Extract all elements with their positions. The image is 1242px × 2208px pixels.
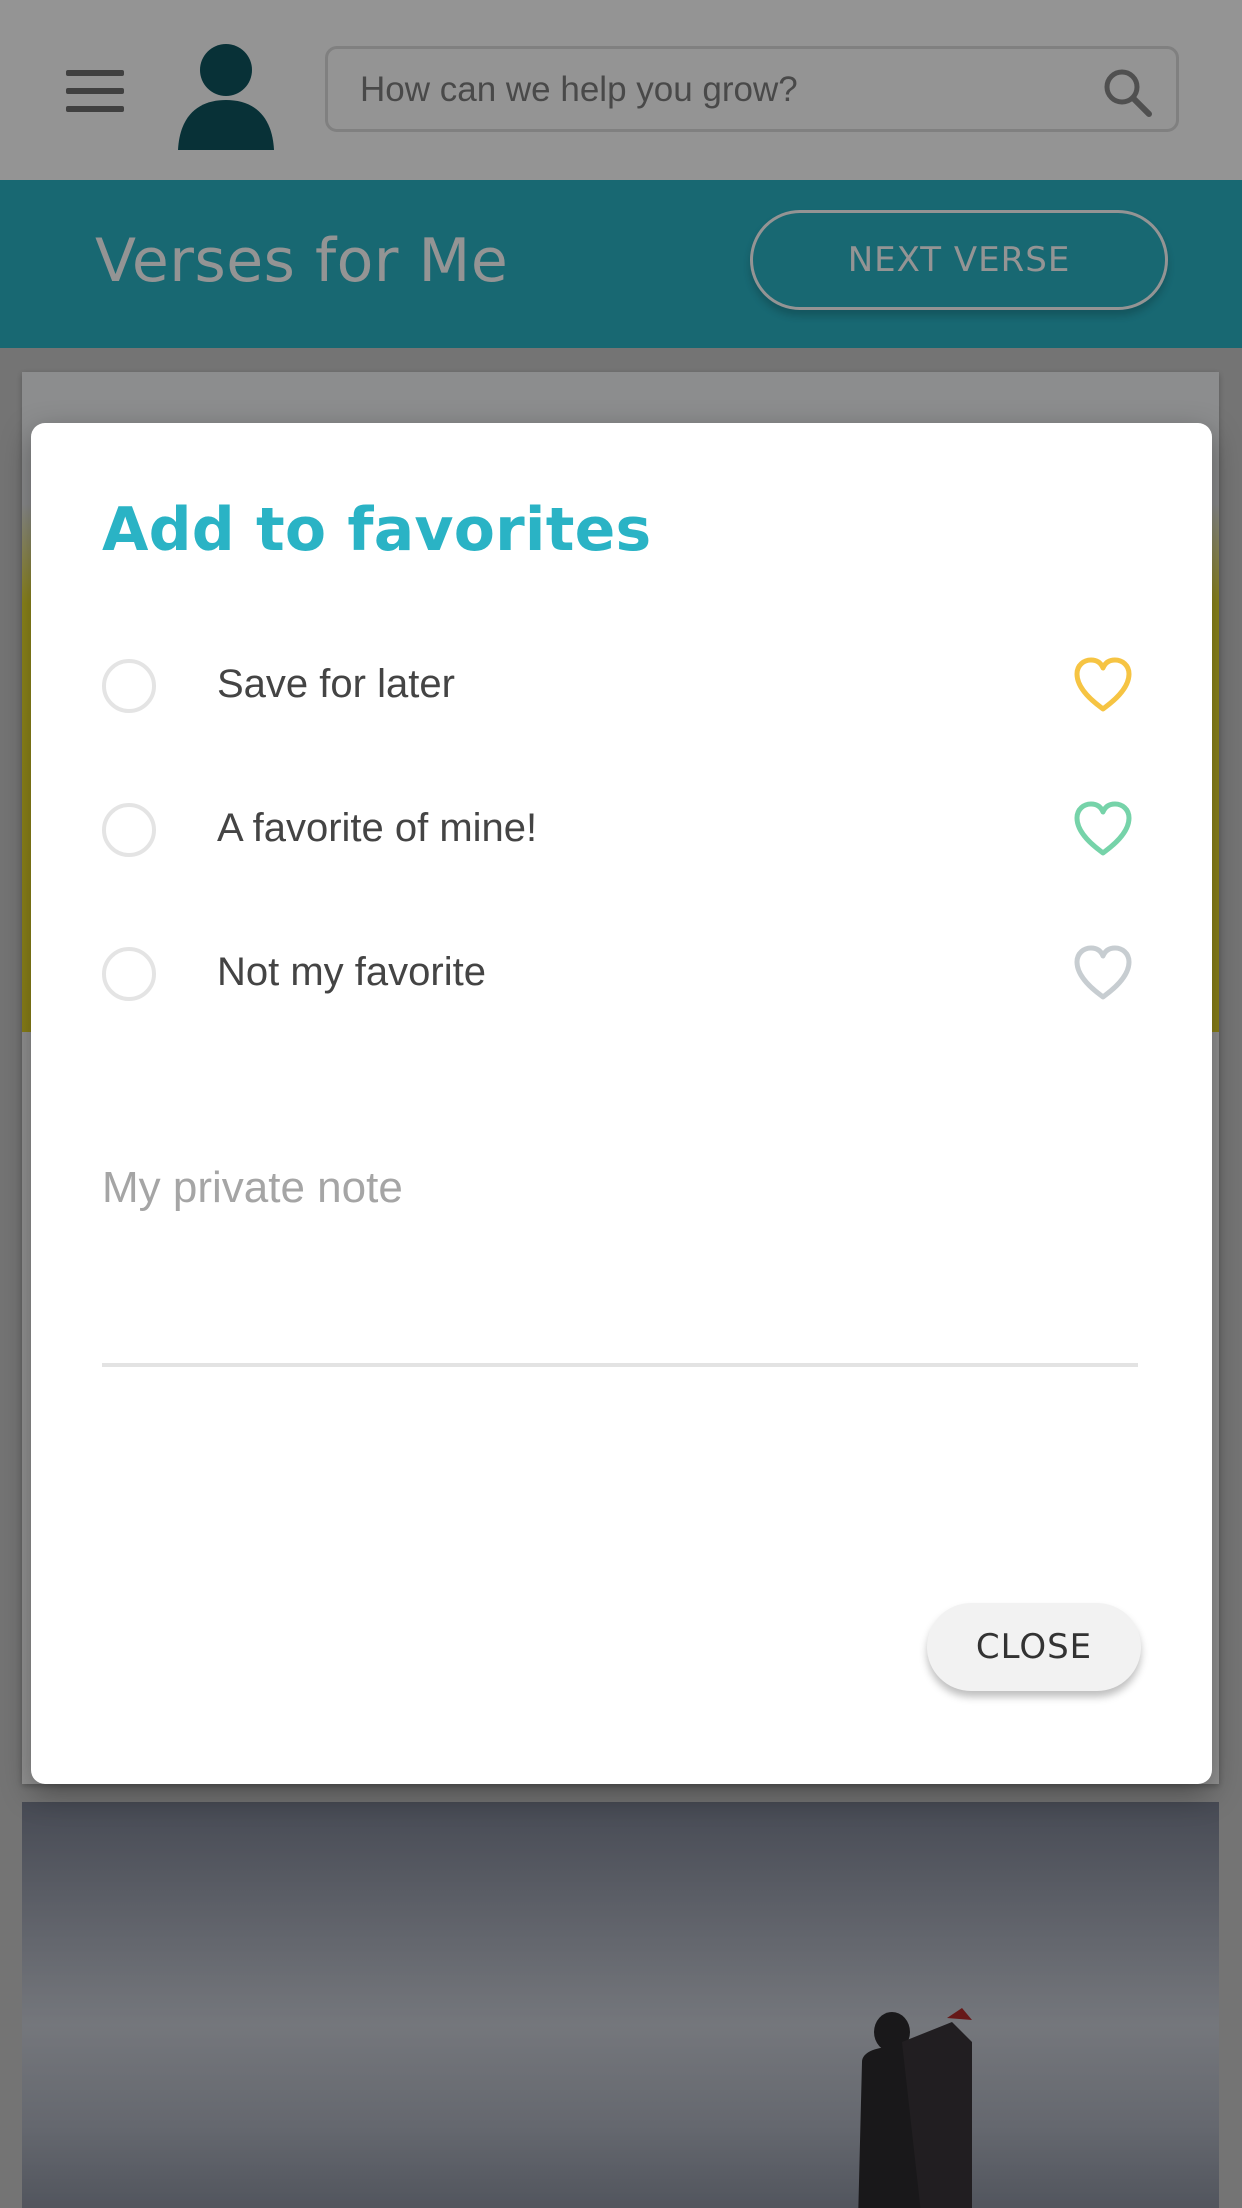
- radio-button[interactable]: [102, 803, 156, 857]
- dialog-title: Add to favorites: [102, 495, 652, 565]
- close-button[interactable]: CLOSE: [927, 1603, 1141, 1691]
- private-note-input[interactable]: [102, 1163, 1138, 1367]
- option-label: A favorite of mine!: [217, 806, 538, 850]
- option-not-my-favorite[interactable]: Not my favorite: [31, 924, 1212, 1024]
- heart-outline-icon: [1074, 945, 1132, 1000]
- option-save-for-later[interactable]: Save for later: [31, 636, 1212, 736]
- radio-button[interactable]: [102, 947, 156, 1001]
- option-label: Save for later: [217, 662, 455, 706]
- favorites-dialog: Add to favorites Save for later A favori…: [31, 423, 1212, 1784]
- heart-outline-icon: [1074, 657, 1132, 712]
- heart-outline-icon: [1074, 801, 1132, 856]
- option-favorite-of-mine[interactable]: A favorite of mine!: [31, 780, 1212, 880]
- option-label: Not my favorite: [217, 950, 486, 994]
- radio-button[interactable]: [102, 659, 156, 713]
